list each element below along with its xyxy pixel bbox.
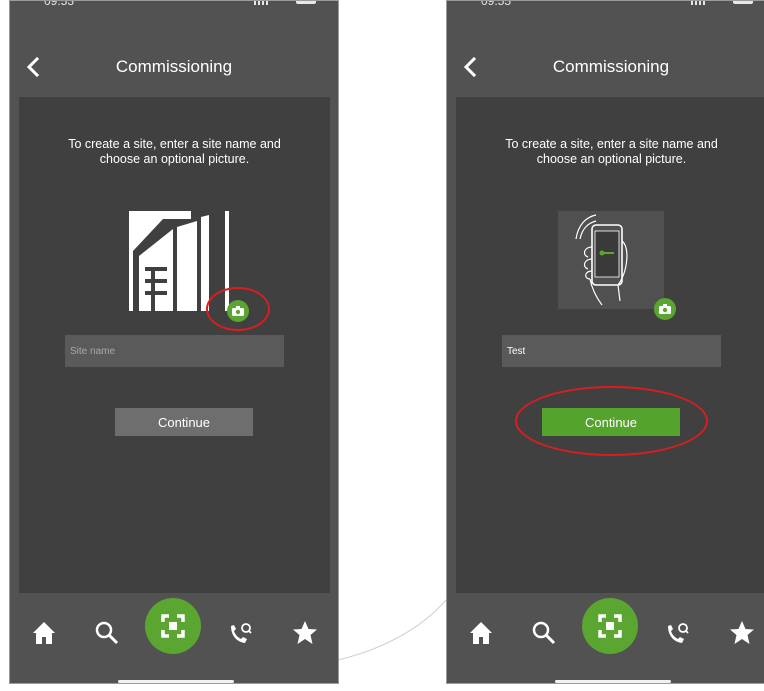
camera-icon (659, 304, 671, 314)
scan-icon (161, 614, 185, 638)
call-icon[interactable] (662, 618, 692, 648)
status-time: 09:55 (481, 0, 512, 8)
app-header: Commissioning (447, 45, 764, 87)
create-site-panel: To create a site, enter a site name and … (456, 97, 764, 593)
signal-icon (691, 1, 705, 5)
home-indicator (555, 680, 671, 683)
phone-screen-left: 09:53 Commissioning To create a site, en… (9, 0, 339, 684)
site-name-input[interactable] (502, 335, 721, 367)
home-icon[interactable] (466, 618, 496, 648)
highlight-circle (206, 287, 270, 331)
phone-key-picture[interactable] (558, 211, 664, 309)
camera-button[interactable] (654, 298, 676, 320)
scan-icon (598, 614, 622, 638)
star-icon[interactable] (290, 618, 320, 648)
call-icon[interactable] (225, 618, 255, 648)
highlight-circle (515, 386, 708, 456)
site-name-input[interactable] (65, 335, 284, 367)
search-icon[interactable] (92, 618, 122, 648)
scan-button[interactable] (145, 598, 201, 654)
home-icon[interactable] (29, 618, 59, 648)
status-bar: 09:55 (447, 1, 764, 15)
create-site-panel: To create a site, enter a site name and … (19, 97, 330, 593)
bottom-nav (10, 598, 338, 683)
star-icon[interactable] (727, 618, 757, 648)
continue-button[interactable]: Continue (115, 408, 253, 436)
instructions-text: To create a site, enter a site name and … (505, 137, 718, 166)
app-header: Commissioning (10, 45, 338, 87)
instructions-text: To create a site, enter a site name and … (68, 137, 281, 166)
search-icon[interactable] (529, 618, 559, 648)
page-title: Commissioning (552, 57, 670, 76)
status-time: 09:53 (44, 0, 75, 8)
battery-icon (733, 1, 753, 4)
bottom-nav (447, 598, 764, 683)
scan-button[interactable] (582, 598, 638, 654)
page-title: Commissioning (115, 57, 233, 76)
phone-screen-right: 09:55 Commissioning To create a site, en… (446, 0, 764, 684)
status-bar: 09:53 (10, 1, 338, 15)
signal-icon (254, 1, 268, 5)
home-indicator (118, 680, 234, 683)
battery-icon (296, 1, 316, 4)
